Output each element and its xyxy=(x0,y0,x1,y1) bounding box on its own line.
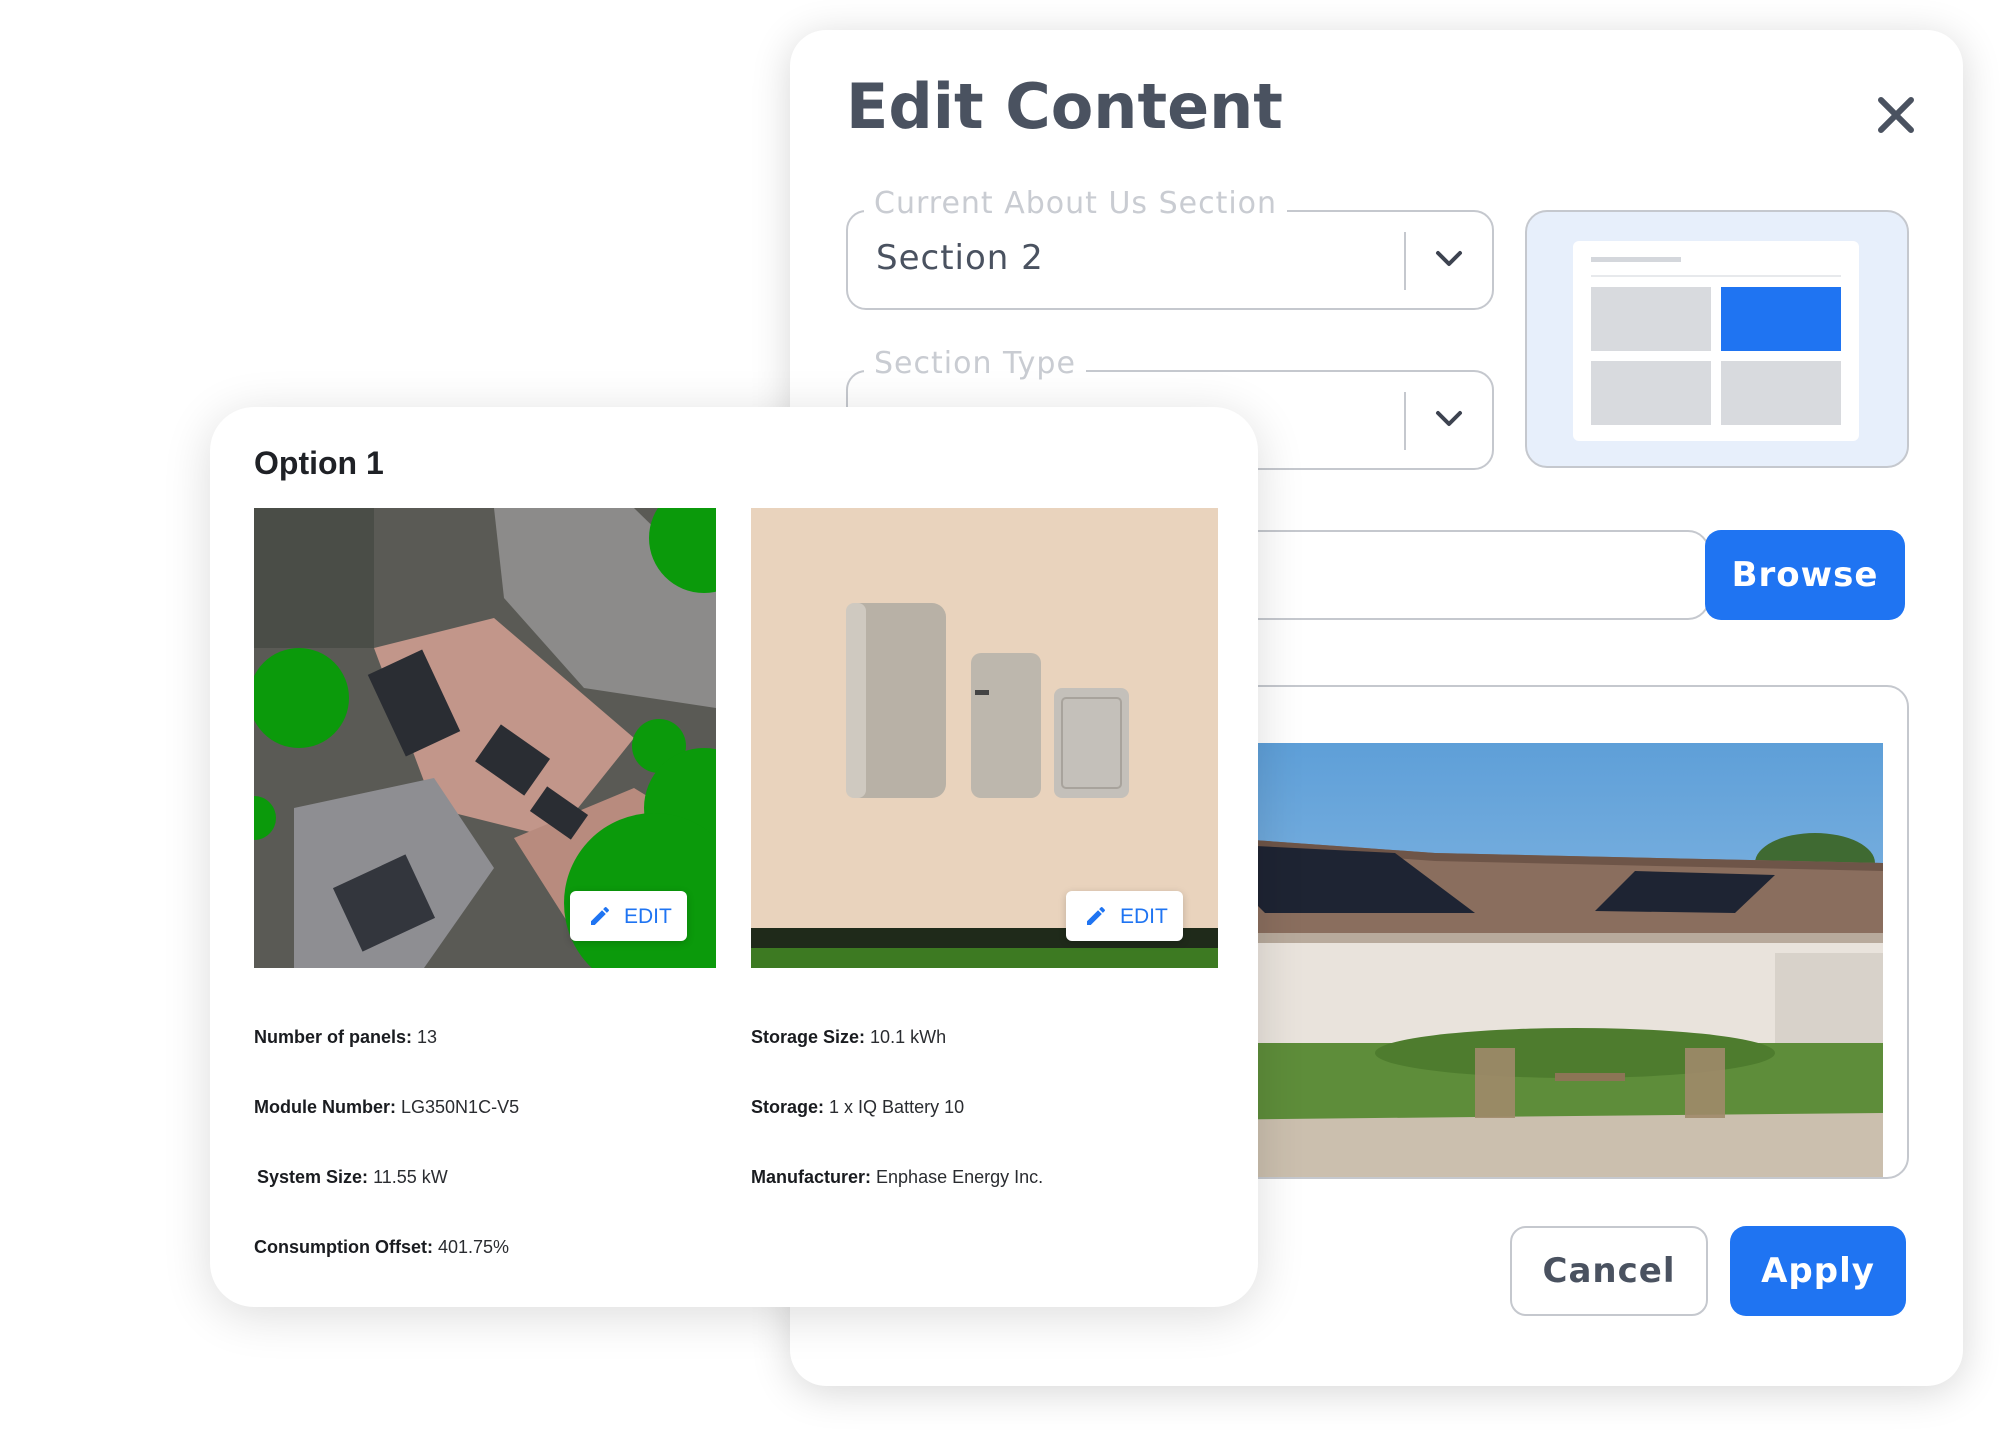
spec-consumption-offset: Consumption Offset: 401.75% xyxy=(254,1237,509,1258)
section-type-label: Section Type xyxy=(864,346,1086,381)
chevron-down-icon[interactable] xyxy=(1432,402,1466,436)
spec-label: Consumption Offset: xyxy=(254,1237,433,1257)
layout-heading-placeholder xyxy=(1591,257,1681,262)
edit-button[interactable]: EDIT xyxy=(1066,891,1183,941)
apply-button[interactable]: Apply xyxy=(1730,1226,1906,1316)
spec-label: Storage Size: xyxy=(751,1027,866,1047)
close-icon xyxy=(1878,97,1914,133)
battery-thumbnail: EDIT xyxy=(751,508,1218,968)
spec-value: 11.55 kW xyxy=(373,1167,448,1187)
spec-storage-size: Storage Size: 10.1 kWh xyxy=(751,1027,946,1048)
layout-preview-card xyxy=(1573,241,1859,441)
edit-label: EDIT xyxy=(624,905,672,928)
layout-cell xyxy=(1591,361,1711,425)
spec-storage: Storage: 1 x IQ Battery 10 xyxy=(751,1097,964,1118)
layout-cell-selected xyxy=(1721,287,1841,351)
layout-preview[interactable] xyxy=(1525,210,1909,468)
spec-manufacturer: Manufacturer: Enphase Energy Inc. xyxy=(751,1167,1043,1188)
pencil-icon xyxy=(591,906,610,925)
select-divider xyxy=(1404,232,1406,290)
modal-title: Edit Content xyxy=(846,70,1283,143)
option-title: Option 1 xyxy=(254,445,384,481)
layout-cell xyxy=(1591,287,1711,351)
aerial-roof-thumbnail: EDIT xyxy=(254,508,716,968)
spec-value: LG350N1C-V5 xyxy=(401,1097,520,1117)
spec-label: Module Number: xyxy=(254,1097,396,1117)
spec-value: 401.75% xyxy=(438,1237,510,1257)
spec-label: Storage: xyxy=(751,1097,825,1117)
edit-button[interactable]: EDIT xyxy=(570,891,687,941)
spec-value: 1 x IQ Battery 10 xyxy=(829,1097,965,1117)
current-section-value: Section 2 xyxy=(876,238,1044,278)
current-section-select[interactable]: Current About Us Section Section 2 xyxy=(846,186,1494,310)
pencil-icon xyxy=(1087,906,1106,925)
spec-number-of-panels: Number of panels: 13 xyxy=(254,1027,437,1048)
select-divider xyxy=(1404,392,1406,450)
option-card: Option 1 EDIT EDIT Number of panels: 13 … xyxy=(210,407,1258,1307)
spec-label: Number of panels: xyxy=(254,1027,413,1047)
spec-system-size: System Size: 11.55 kW xyxy=(257,1167,448,1188)
spec-value: 13 xyxy=(417,1027,438,1047)
cancel-button[interactable]: Cancel xyxy=(1510,1226,1708,1316)
chevron-down-icon[interactable] xyxy=(1432,242,1466,276)
layout-cell xyxy=(1721,361,1841,425)
edit-label: EDIT xyxy=(1120,905,1168,928)
layout-divider xyxy=(1591,275,1841,277)
spec-label: System Size: xyxy=(257,1167,369,1187)
spec-module-number: Module Number: LG350N1C-V5 xyxy=(254,1097,519,1118)
spec-label: Manufacturer: xyxy=(751,1167,872,1187)
current-section-label: Current About Us Section xyxy=(864,186,1288,221)
browse-button[interactable]: Browse xyxy=(1705,530,1905,620)
spec-value: Enphase Energy Inc. xyxy=(876,1167,1044,1187)
close-button[interactable] xyxy=(1871,90,1921,140)
spec-value: 10.1 kWh xyxy=(870,1027,947,1047)
